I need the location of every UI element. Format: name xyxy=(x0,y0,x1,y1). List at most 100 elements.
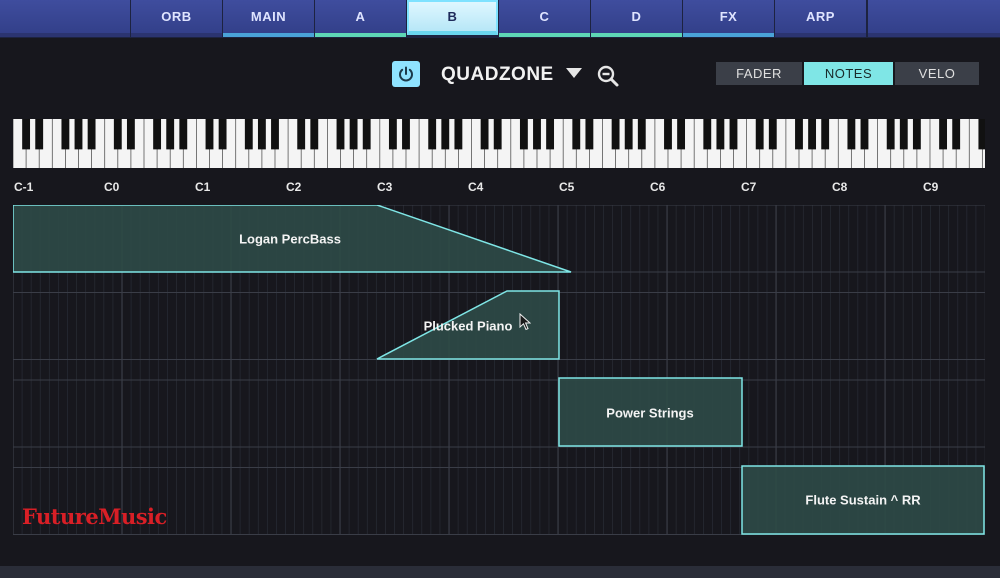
preset-name[interactable]: QUADZONE xyxy=(441,64,554,86)
mode-velo-button[interactable]: VELO xyxy=(895,62,979,85)
black-key[interactable] xyxy=(572,119,581,150)
black-key[interactable] xyxy=(768,119,777,150)
black-key[interactable] xyxy=(755,119,764,150)
tab-indicator xyxy=(499,33,590,37)
black-key[interactable] xyxy=(454,119,463,150)
black-key[interactable] xyxy=(585,119,594,150)
black-key[interactable] xyxy=(912,119,921,150)
black-key[interactable] xyxy=(729,119,738,150)
piano-keyboard[interactable] xyxy=(13,119,985,168)
black-key[interactable] xyxy=(388,119,397,150)
black-key[interactable] xyxy=(205,119,214,150)
black-key[interactable] xyxy=(978,119,985,150)
black-key[interactable] xyxy=(22,119,31,150)
bottom-bar xyxy=(0,566,1000,578)
zone-label: Plucked Piano xyxy=(423,318,513,334)
black-key[interactable] xyxy=(153,119,162,150)
black-key[interactable] xyxy=(428,119,437,150)
tab-bar-right-filler xyxy=(868,0,1000,37)
octave-label: C8 xyxy=(832,180,848,194)
black-key[interactable] xyxy=(297,119,306,150)
tab-indicator xyxy=(315,33,406,37)
black-key[interactable] xyxy=(441,119,450,150)
black-key[interactable] xyxy=(87,119,96,150)
black-key[interactable] xyxy=(808,119,817,150)
black-key[interactable] xyxy=(519,119,528,150)
octave-label: C7 xyxy=(741,180,757,194)
octave-label: C6 xyxy=(650,180,666,194)
black-key[interactable] xyxy=(939,119,948,150)
mode-fader-button[interactable]: FADER xyxy=(716,62,802,85)
octave-label: C0 xyxy=(104,180,120,194)
mouse-cursor-icon xyxy=(519,313,531,331)
tab-indicator xyxy=(683,33,774,37)
black-key[interactable] xyxy=(244,119,253,150)
zone-label: Logan PercBass xyxy=(239,231,341,247)
black-key[interactable] xyxy=(310,119,319,150)
power-button[interactable] xyxy=(392,61,420,87)
tab-main[interactable]: MAIN xyxy=(223,0,314,37)
black-key[interactable] xyxy=(703,119,712,150)
octave-label: C4 xyxy=(468,180,484,194)
octave-label: C-1 xyxy=(14,180,34,194)
mode-selector: FADER NOTES VELO xyxy=(716,62,979,85)
black-key[interactable] xyxy=(402,119,410,150)
black-key[interactable] xyxy=(179,119,188,150)
tab-d[interactable]: D xyxy=(591,0,682,37)
tab-label: C xyxy=(539,9,550,24)
black-key[interactable] xyxy=(362,119,371,150)
futuremusic-logo: FutureMusic xyxy=(22,504,167,529)
black-key[interactable] xyxy=(847,119,856,150)
black-key[interactable] xyxy=(952,119,961,150)
tab-a[interactable]: A xyxy=(315,0,406,37)
tab-b[interactable]: B xyxy=(407,0,498,35)
octave-label: C1 xyxy=(195,180,211,194)
black-key[interactable] xyxy=(271,119,279,150)
tab-bar: ORB MAIN A B C D FX ARP xyxy=(0,0,1000,38)
black-key[interactable] xyxy=(166,119,175,150)
black-key[interactable] xyxy=(35,119,44,150)
black-key[interactable] xyxy=(899,119,908,150)
black-key[interactable] xyxy=(860,119,869,150)
tab-orb[interactable]: ORB xyxy=(131,0,222,37)
tab-label: B xyxy=(447,9,458,24)
black-key[interactable] xyxy=(716,119,725,150)
tab-label: FX xyxy=(719,9,738,24)
black-key[interactable] xyxy=(664,119,672,150)
tab-label: ARP xyxy=(806,9,835,24)
black-key[interactable] xyxy=(349,119,358,150)
black-key[interactable] xyxy=(886,119,895,150)
black-key[interactable] xyxy=(677,119,686,150)
black-key[interactable] xyxy=(61,119,70,150)
black-key[interactable] xyxy=(113,119,122,150)
tab-label: MAIN xyxy=(250,9,287,24)
zone-grid[interactable] xyxy=(13,205,985,535)
tab-c[interactable]: C xyxy=(499,0,590,37)
black-key[interactable] xyxy=(795,119,803,150)
black-key[interactable] xyxy=(257,119,266,150)
zone-label: Power Strings xyxy=(606,405,694,421)
black-key[interactable] xyxy=(533,119,541,150)
tab-indicator xyxy=(223,33,314,37)
black-key[interactable] xyxy=(493,119,502,150)
tab-label: A xyxy=(355,9,366,24)
black-key[interactable] xyxy=(546,119,555,150)
black-key[interactable] xyxy=(218,119,227,150)
tab-bar-left-filler xyxy=(0,0,130,37)
tab-arp[interactable]: ARP xyxy=(775,0,866,37)
black-key[interactable] xyxy=(821,119,830,150)
mode-notes-button[interactable]: NOTES xyxy=(804,62,893,85)
black-key[interactable] xyxy=(126,119,135,150)
tab-fx[interactable]: FX xyxy=(683,0,774,37)
black-key[interactable] xyxy=(74,119,83,150)
triangle-down-icon[interactable] xyxy=(566,68,582,78)
black-key[interactable] xyxy=(637,119,646,150)
tab-label: D xyxy=(631,9,642,24)
black-key[interactable] xyxy=(624,119,633,150)
black-key[interactable] xyxy=(611,119,620,150)
black-key[interactable] xyxy=(336,119,345,150)
zoom-out-icon[interactable] xyxy=(596,64,620,88)
octave-label: C2 xyxy=(286,180,302,194)
black-key[interactable] xyxy=(480,119,489,150)
octave-label: C9 xyxy=(923,180,939,194)
